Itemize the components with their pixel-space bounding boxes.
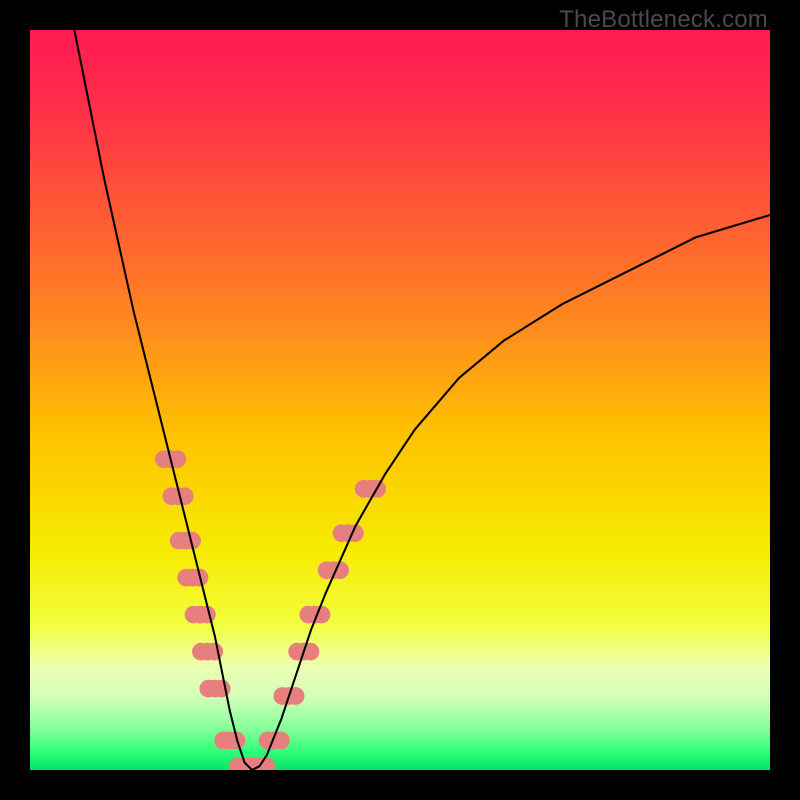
highlight-dot <box>206 680 224 698</box>
plot-area <box>30 30 770 770</box>
watermark-text: TheBottleneck.com <box>559 6 768 34</box>
highlight-dot <box>191 606 209 624</box>
highlight-dot <box>199 643 217 661</box>
chart-frame: TheBottleneck.com <box>0 0 800 800</box>
highlight-dots <box>155 450 386 770</box>
bottleneck-curve <box>74 30 770 770</box>
curve-layer <box>30 30 770 770</box>
